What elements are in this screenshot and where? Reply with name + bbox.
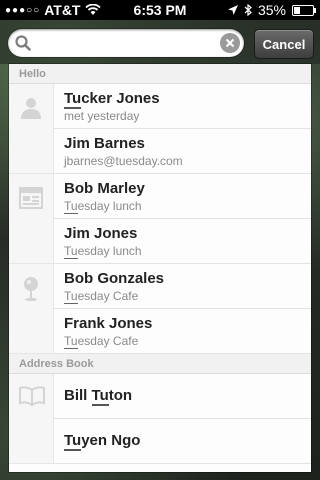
list-item[interactable]: Tuyen Ngo [54, 419, 311, 464]
battery-icon [292, 4, 316, 16]
event-name: Bob Marley [64, 180, 145, 197]
status-bar: ●●●○○ AT&T 6:53 PM 35% [0, 0, 320, 20]
battery-fill [294, 6, 301, 14]
map-pin-icon [24, 277, 38, 302]
place-detail-rest: esday Cafe [77, 334, 139, 348]
person-icon [21, 98, 41, 119]
search-bar: Cancel [0, 20, 320, 64]
event-detail-rest: esday lunch [77, 199, 142, 213]
match-highlight: Tu [64, 90, 82, 109]
wifi-icon [84, 4, 101, 15]
calendar-icon [19, 187, 43, 209]
section-header-hello: Hello [9, 64, 311, 84]
contact-name-rest: cker Jones [81, 90, 160, 107]
search-input[interactable] [36, 32, 218, 56]
signal-dots-icon: ●●●○○ [5, 4, 41, 16]
match-highlight: Tu [64, 244, 78, 259]
list-item[interactable]: Jim Barnes jbarnes@tuesday.com [54, 129, 311, 174]
match-highlight: Tu [64, 334, 78, 349]
list-item[interactable]: Jim Jones Tuesday lunch [54, 219, 311, 264]
contact-name-rest: yen Ngo [81, 432, 141, 449]
section-header-address-book: Address Book [9, 354, 311, 374]
place-contact-name: Bob Gonzales [64, 270, 165, 287]
match-highlight: Tu [91, 387, 109, 406]
result-group-calendar: Bob Marley Tuesday lunch Jim Jones Tuesd… [9, 174, 311, 264]
event-detail: Tuesday lunch [64, 244, 142, 259]
place-contact-name: Frank Jones [64, 315, 153, 332]
match-highlight: Tu [64, 199, 78, 214]
group-icon-column [9, 264, 54, 354]
place-detail: Tuesday Cafe [64, 334, 139, 349]
list-item[interactable]: Bob Gonzales Tuesday Cafe [54, 264, 311, 309]
list-item[interactable]: Bob Marley Tuesday lunch [54, 174, 311, 219]
result-group-address-book: Bill Tuton Tuyen Ngo [9, 374, 311, 464]
group-icon-column [9, 174, 54, 264]
contact-name-pre: Bill [64, 387, 92, 404]
contact-name: Tucker Jones [64, 90, 160, 109]
clear-search-icon[interactable] [220, 33, 240, 53]
list-spacer [9, 464, 311, 472]
cancel-button[interactable]: Cancel [254, 29, 314, 59]
event-detail-rest: esday lunch [77, 244, 142, 258]
bluetooth-icon [244, 4, 252, 16]
event-detail: Tuesday lunch [64, 199, 142, 214]
result-group-people: Tucker Jones met yesterday Jim Barnes jb… [9, 84, 311, 174]
carrier-label: AT&T [44, 2, 81, 18]
search-field[interactable] [8, 29, 244, 57]
contact-name: Jim Barnes [64, 135, 145, 152]
group-icon-column [9, 84, 54, 174]
contact-detail: met yesterday [64, 109, 140, 123]
battery-percent: 35% [257, 2, 286, 18]
match-highlight: Tu [64, 289, 78, 304]
contact-name: Bill Tuton [64, 387, 133, 406]
list-item[interactable]: Bill Tuton [54, 374, 311, 419]
location-arrow-icon [227, 5, 238, 15]
match-highlight: Tu [64, 432, 82, 451]
contact-name: Tuyen Ngo [64, 432, 141, 451]
event-name: Jim Jones [64, 225, 138, 242]
contact-detail: jbarnes@tuesday.com [64, 154, 183, 168]
group-icon-column [9, 374, 54, 464]
contact-name-rest: ton [108, 387, 133, 404]
result-group-places: Bob Gonzales Tuesday Cafe Frank Jones Tu… [9, 264, 311, 354]
place-detail: Tuesday Cafe [64, 289, 139, 304]
results-list: Hello Tucker Jones met yesterday Jim Bar… [9, 64, 311, 472]
place-detail-rest: esday Cafe [77, 289, 139, 303]
list-item[interactable]: Tucker Jones met yesterday [54, 84, 311, 129]
book-icon [19, 386, 45, 406]
list-item[interactable]: Frank Jones Tuesday Cafe [54, 309, 311, 354]
search-icon [15, 35, 31, 51]
